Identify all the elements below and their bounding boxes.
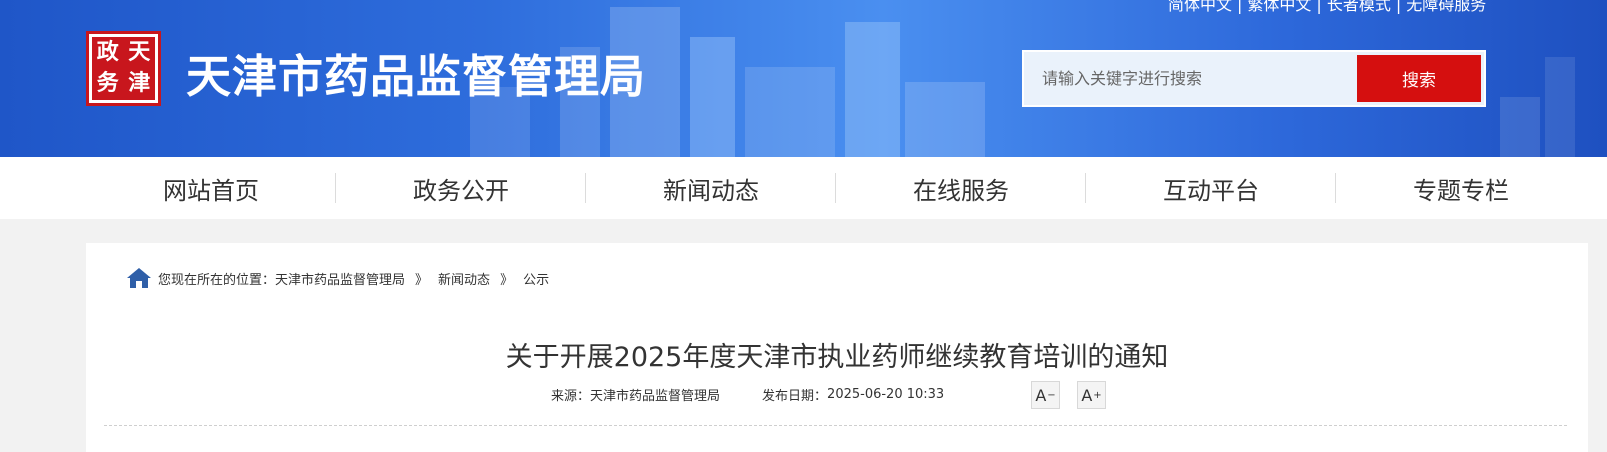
banner-building — [745, 67, 835, 157]
divider — [104, 425, 1567, 426]
font-increase-label: A — [1081, 385, 1093, 405]
banner-building — [1545, 57, 1575, 157]
logo-char: 政 — [96, 39, 119, 65]
site-title[interactable]: 天津市药品监督管理局 — [186, 40, 646, 105]
logo-char: 津 — [128, 71, 151, 97]
plus-icon: + — [1093, 389, 1102, 401]
font-increase-button[interactable]: A + — [1077, 381, 1106, 409]
breadcrumb: 您现在所在的位置： 天津市药品监督管理局 》 新闻动态 》 公示 — [126, 265, 549, 291]
link-accessibility[interactable]: 无障碍服务 — [1406, 0, 1486, 14]
date-label: 发布日期： — [762, 388, 828, 404]
nav-item-interaction[interactable]: 互动平台 — [1086, 157, 1336, 219]
source-label: 来源： — [551, 388, 591, 404]
nav-item-online-services[interactable]: 在线服务 — [836, 157, 1086, 219]
nav-item-special-topics[interactable]: 专题专栏 — [1336, 157, 1586, 219]
banner-building — [845, 22, 900, 157]
banner-building — [690, 37, 735, 157]
article-meta: 来源： 天津市药品监督管理局 发布日期： 2025-06-20 10:33 — [551, 378, 944, 410]
main-nav: 网站首页 政务公开 新闻动态 在线服务 互动平台 专题专栏 — [0, 157, 1607, 219]
source-value: 天津市药品监督管理局 — [590, 388, 721, 404]
logo-seal[interactable]: 政 天 务 津 — [86, 31, 161, 106]
nav-item-gov-affairs[interactable]: 政务公开 — [336, 157, 586, 219]
banner-building — [905, 82, 985, 157]
breadcrumb-item[interactable]: 公示 — [523, 269, 549, 288]
link-traditional[interactable]: 繁体中文 — [1247, 0, 1311, 14]
article-panel: 您现在所在的位置： 天津市药品监督管理局 》 新闻动态 》 公示 关于开展202… — [86, 243, 1588, 452]
date-value: 2025-06-20 10:33 — [827, 386, 945, 402]
font-decrease-button[interactable]: A − — [1031, 381, 1060, 409]
banner-building — [1500, 97, 1540, 157]
logo-char: 务 — [96, 71, 119, 97]
search-box: 搜索 — [1022, 50, 1486, 107]
top-links: 简体中文 | 繁体中文 | 长者模式 | 无障碍服务 — [1168, 0, 1486, 15]
link-simplified[interactable]: 简体中文 — [1168, 0, 1232, 14]
breadcrumb-prefix: 您现在所在的位置： — [158, 272, 276, 288]
home-icon — [127, 268, 151, 288]
breadcrumb-item[interactable]: 新闻动态 — [438, 269, 490, 288]
article-title: 关于开展2025年度天津市执业药师继续教育培训的通知 — [505, 342, 1169, 373]
nav-item-news[interactable]: 新闻动态 — [586, 157, 836, 219]
logo-char: 天 — [128, 39, 151, 65]
breadcrumb-separator: 》 — [500, 272, 514, 288]
search-button[interactable]: 搜索 — [1357, 55, 1481, 102]
minus-icon: − — [1047, 389, 1056, 401]
breadcrumb-item[interactable]: 天津市药品监督管理局 — [275, 269, 405, 288]
search-input[interactable] — [1024, 52, 1358, 105]
header-banner: 政 天 务 津 天津市药品监督管理局 简体中文 | 繁体中文 | 长者模式 | 无障碍服务 … — [0, 0, 1607, 157]
nav-item-home[interactable]: 网站首页 — [86, 157, 336, 219]
link-elder-mode[interactable]: 长者模式 — [1327, 0, 1391, 14]
breadcrumb-separator: 》 — [415, 272, 429, 288]
font-decrease-label: A — [1035, 385, 1047, 405]
